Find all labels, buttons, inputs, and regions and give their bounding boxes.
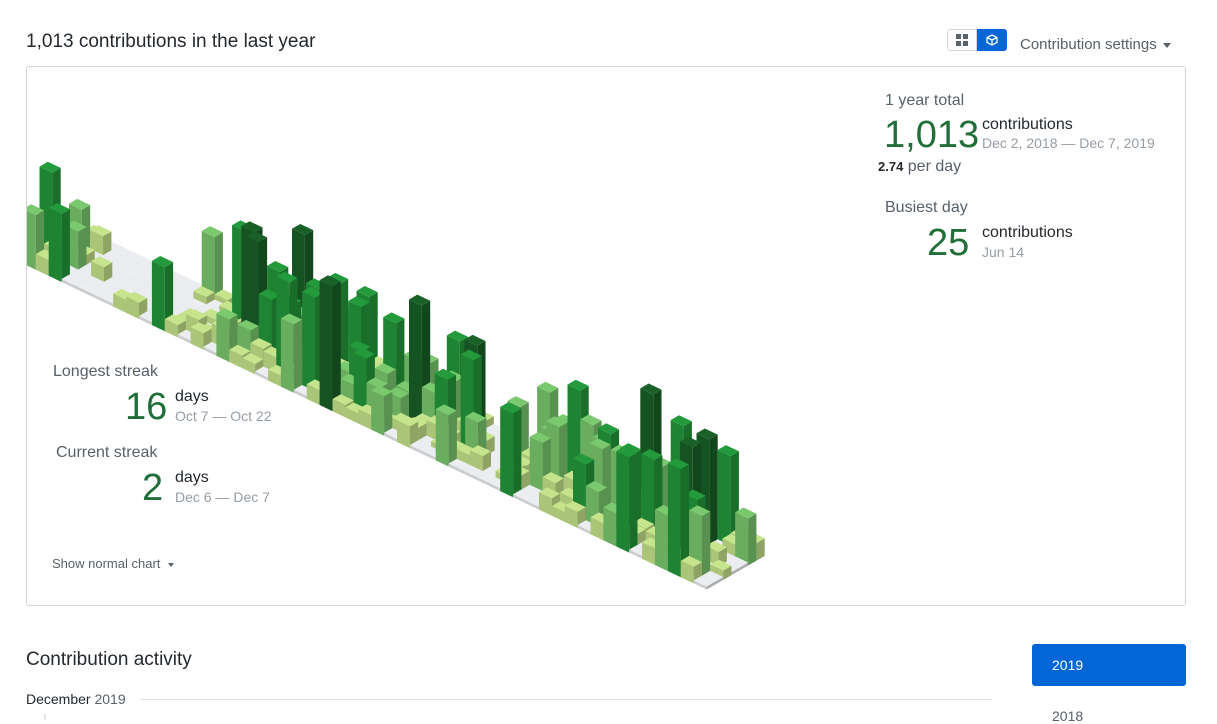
contribution-day-cell — [280, 313, 303, 393]
contributions-heading: 1,013 contributions in the last year — [26, 31, 316, 52]
month-divider — [140, 699, 992, 700]
total-value: 1,013 — [884, 114, 980, 156]
contribution-day-cell — [435, 404, 457, 467]
contribution-day-cell — [616, 446, 638, 553]
current-streak-unit: days — [175, 469, 209, 486]
busiest-date: Jun 14 — [982, 244, 1025, 260]
total-range: Dec 2, 2018 — Dec 7, 2019 — [982, 135, 1155, 151]
year-2018-link[interactable]: 2018 — [1052, 708, 1083, 724]
per-day-label: per day — [907, 158, 962, 175]
contribution-settings-dropdown[interactable]: Contribution settings — [1020, 36, 1171, 53]
timeline-line — [44, 714, 46, 720]
cube-icon — [986, 34, 998, 46]
longest-streak-label: Longest streak — [53, 363, 158, 380]
grid-icon — [956, 34, 968, 46]
cube-view-button[interactable] — [977, 29, 1007, 51]
current-streak-range: Dec 6 — Dec 7 — [175, 489, 270, 505]
month-name: December — [26, 691, 91, 707]
contribution-panel: 1 year total 1,013 contributions Dec 2, … — [26, 66, 1186, 606]
longest-streak-range: Oct 7 — Oct 22 — [175, 408, 272, 424]
current-streak-label: Current streak — [56, 444, 158, 461]
busiest-unit: contributions — [982, 224, 1073, 241]
show-normal-chart-link[interactable]: Show normal chart — [52, 556, 175, 571]
per-day: 2.74 per day — [878, 158, 961, 176]
busiest-label: Busiest day — [885, 199, 968, 216]
current-streak-value: 2 — [142, 467, 164, 509]
show-normal-chart-label: Show normal chart — [52, 556, 161, 571]
caret-down-icon — [168, 562, 175, 567]
grid-view-button[interactable] — [947, 29, 977, 51]
longest-streak-unit: days — [175, 388, 209, 405]
busiest-value: 25 — [927, 222, 970, 264]
contribution-day-cell — [735, 507, 757, 566]
contribution-day-cell — [319, 275, 341, 412]
total-unit: contributions — [982, 116, 1073, 133]
contribution-day-cell — [500, 402, 522, 498]
month-heading: December 2019 — [26, 691, 126, 707]
contribution-day-cell — [371, 385, 393, 436]
longest-streak-value: 16 — [125, 386, 168, 428]
chevron-down-icon — [1162, 42, 1171, 48]
per-day-value: 2.74 — [878, 159, 904, 174]
year-2019-button[interactable]: 2019 — [1032, 644, 1186, 686]
contribution-settings-label: Contribution settings — [1020, 36, 1157, 53]
view-toggle — [947, 29, 1007, 51]
contribution-activity-title: Contribution activity — [26, 649, 192, 670]
contribution-day-cell — [48, 202, 70, 283]
total-label: 1 year total — [885, 92, 965, 109]
month-year: 2019 — [94, 691, 126, 707]
